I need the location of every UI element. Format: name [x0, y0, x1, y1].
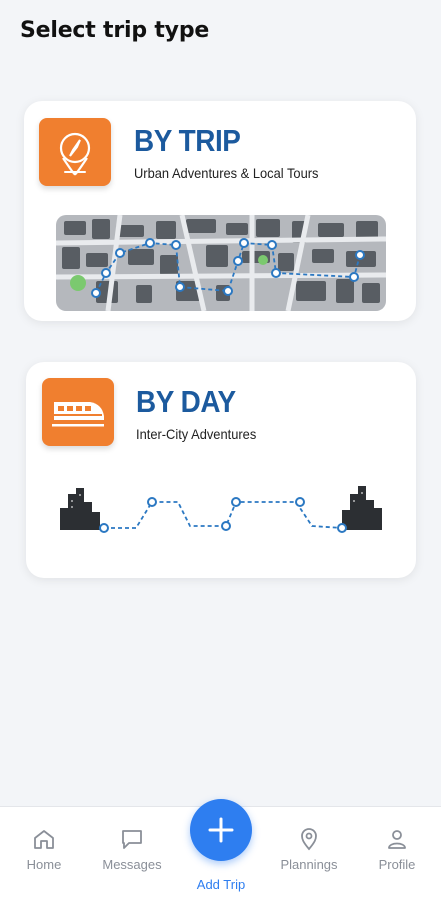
- add-trip-label[interactable]: Add Trip: [180, 877, 262, 892]
- user-icon: [388, 830, 406, 849]
- message-icon: [122, 830, 142, 849]
- card-title: BY DAY: [136, 384, 236, 419]
- card-subtitle: Urban Adventures & Local Tours: [134, 165, 319, 181]
- add-trip-button[interactable]: [190, 799, 252, 861]
- nav-home[interactable]: Home: [4, 827, 84, 872]
- home-icon: [34, 830, 54, 849]
- nav-plannings[interactable]: Plannings: [269, 827, 349, 872]
- card-title: BY TRIP: [134, 123, 241, 158]
- plus-icon: [208, 817, 234, 843]
- bottom-navigation: Home Messages Add Trip Plannings Profile: [0, 799, 441, 901]
- card-subtitle: Inter-City Adventures: [136, 426, 257, 442]
- page-title: Select trip type: [20, 18, 210, 43]
- compass-pin-icon: [39, 118, 111, 186]
- train-icon: [42, 378, 114, 446]
- nav-profile-label: Profile: [378, 857, 416, 872]
- nav-messages[interactable]: Messages: [92, 827, 172, 872]
- city-map-illustration: [56, 215, 386, 311]
- location-pin-icon: [301, 828, 317, 851]
- intercity-route-illustration: [60, 486, 382, 533]
- nav-profile[interactable]: Profile: [357, 827, 437, 872]
- nav-home-label: Home: [26, 857, 62, 872]
- trip-type-card-by-day[interactable]: BY DAY Inter-City Adventures: [26, 362, 416, 578]
- trip-type-card-by-trip[interactable]: BY TRIP Urban Adventures & Local Tours: [24, 101, 416, 321]
- nav-messages-label: Messages: [102, 857, 162, 872]
- nav-plannings-label: Plannings: [280, 857, 338, 872]
